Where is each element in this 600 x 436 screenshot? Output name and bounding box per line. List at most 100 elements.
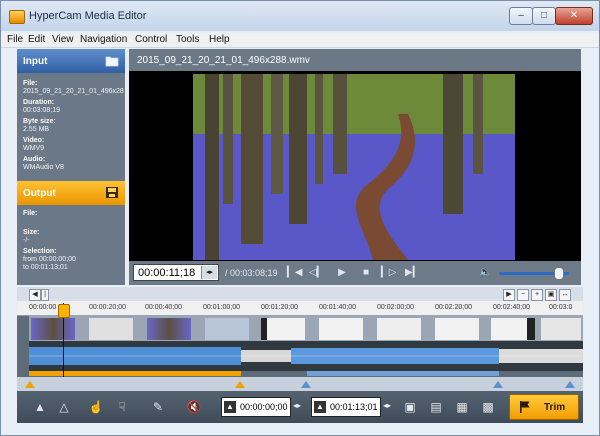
scroll-left-icon[interactable]: ◀ — [29, 289, 41, 301]
segment-range[interactable] — [307, 371, 499, 376]
video-thumbnail — [319, 318, 363, 340]
output-to-label: to — [23, 264, 29, 271]
input-section-header[interactable]: Input — [17, 49, 125, 73]
video-preview[interactable] — [129, 71, 581, 261]
step-forward-icon[interactable]: ▎▷ — [381, 266, 396, 280]
video-thumbnail — [147, 318, 191, 340]
output-size-value: -/- — [23, 237, 30, 244]
playhead-handle[interactable] — [58, 304, 70, 318]
zoom-fit-icon[interactable]: ▣ — [545, 289, 557, 301]
end-time-field[interactable]: ▲ 00:01:13;01 — [311, 397, 381, 417]
tick-label: 00:01:00;00 — [203, 304, 240, 311]
flag-icon — [520, 401, 530, 413]
thumbs-down-icon[interactable]: ☟ — [113, 398, 131, 416]
scroll-right-icon[interactable]: ▶ — [503, 289, 515, 301]
video-thumbnail — [491, 318, 535, 340]
end-time-spinner-icon[interactable]: ◂▸ — [383, 401, 391, 410]
segment-marker-icon[interactable] — [493, 381, 503, 388]
insert-clip-icon[interactable]: ▤ — [427, 398, 445, 416]
zoom-selection-icon[interactable]: ↔ — [559, 289, 571, 301]
thumbnail-track[interactable] — [29, 315, 583, 341]
menu-file[interactable]: File — [7, 34, 23, 45]
menu-control[interactable]: Control — [135, 34, 167, 45]
tick-label: 00:02:40;00 — [493, 304, 530, 311]
video-thumbnail — [261, 318, 305, 340]
volume-slider-knob[interactable] — [553, 267, 564, 280]
tick-label: 00:00:40;00 — [145, 304, 182, 311]
tick-label: 00:03:0 — [549, 304, 573, 311]
video-thumbnail — [435, 318, 479, 340]
menu-navigation[interactable]: Navigation — [80, 34, 127, 45]
tick-label: 00:01:20;00 — [261, 304, 298, 311]
input-duration-info: Duration: 00:03:08;19 — [23, 99, 60, 115]
time-ruler[interactable]: 00:00:00 00:00:20;00 00:00:40;00 00:01:0… — [17, 301, 583, 316]
audio-waveform-track[interactable] — [29, 341, 583, 371]
timecode-value: 00:00:11;18 — [138, 267, 196, 279]
output-section-header[interactable]: Output — [17, 181, 125, 205]
go-end-icon[interactable]: ▶▎ — [405, 266, 420, 280]
bottom-toolbar: ▲ △ ☝ ☟ ✎ 🔇 ▲ 00:00:00;00 ◂▸ ▲ 00:01:13;… — [17, 391, 583, 423]
folder-icon[interactable] — [105, 54, 119, 67]
window-title: HyperCam Media Editor — [29, 10, 147, 22]
timeline-panel: ◀ | ▶ − + ▣ ↔ 00:00:00 00:00:20;00 00:00… — [17, 287, 583, 391]
playback-bar: 00:00:11;18 ◂▸ / 00:03:08;19 ▎◀ ◁▎ ▶ ■ ▎… — [129, 261, 581, 285]
end-time-value: 00:01:13;01 — [330, 402, 378, 412]
tick-label: 00:01:40;00 — [319, 304, 356, 311]
close-button[interactable]: ✕ — [555, 7, 593, 25]
output-from-value: 00:00:00;00 — [38, 256, 76, 263]
video-thumbnail — [31, 318, 75, 340]
menu-help[interactable]: Help — [209, 34, 230, 45]
menu-tools[interactable]: Tools — [176, 34, 199, 45]
video-filename: 2015_09_21_20_21_01_496x288.wmv — [137, 55, 310, 66]
zoom-in-icon[interactable]: + — [531, 289, 543, 301]
input-audio-label: Audio: — [23, 156, 46, 163]
zoom-out-icon[interactable]: − — [517, 289, 529, 301]
step-back-icon[interactable]: ◁▎ — [309, 266, 324, 280]
timecode-field[interactable]: 00:00:11;18 ◂▸ — [133, 264, 219, 281]
tick-label: 00:02:00;00 — [377, 304, 414, 311]
mute-icon[interactable]: 🔇 — [185, 398, 203, 416]
segment-marker-icon[interactable] — [301, 381, 311, 388]
input-file-label: File: — [23, 80, 38, 87]
menu-bar: File Edit View Navigation Control Tools … — [1, 33, 599, 48]
restore-button[interactable]: □ — [532, 7, 556, 25]
end-marker-icon[interactable] — [235, 381, 245, 388]
output-selection-label: Selection: — [23, 248, 57, 255]
selected-range[interactable] — [29, 371, 241, 376]
total-duration: / 00:03:08;19 — [225, 268, 278, 278]
film-icon[interactable]: ▣ — [401, 398, 419, 416]
marker-track — [17, 377, 583, 391]
save-icon[interactable] — [105, 186, 119, 199]
input-file-value: 2015_09_21_20_21_01_496x28 — [23, 88, 124, 95]
split-clip-icon[interactable]: ▦ — [453, 398, 471, 416]
export-clip-icon[interactable]: ▩ — [479, 398, 497, 416]
trim-button[interactable]: Trim — [509, 394, 579, 420]
segment-marker-icon[interactable] — [565, 381, 575, 388]
minimize-button[interactable]: – — [509, 7, 533, 25]
scroll-thumb-icon[interactable]: | — [41, 289, 49, 301]
video-thumbnail — [541, 318, 581, 340]
input-size-value: 2.55 MB — [23, 126, 50, 133]
menu-edit[interactable]: Edit — [28, 34, 45, 45]
input-audio-value: WMAudio V8 — [23, 164, 64, 171]
input-duration-value: 00:03:08;19 — [23, 107, 60, 114]
player-header: 2015_09_21_20_21_01_496x288.wmv — [129, 49, 581, 71]
play-icon[interactable]: ▶ — [335, 266, 349, 280]
output-size-info: Size: -/- — [23, 229, 39, 245]
start-time-spinner-icon[interactable]: ◂▸ — [293, 401, 301, 410]
add-marker-icon[interactable]: ▲ — [31, 398, 49, 416]
tick-label: 00:00:00 — [29, 304, 57, 311]
go-start-icon[interactable]: ▎◀ — [287, 266, 302, 280]
start-time-field[interactable]: ▲ 00:00:00;00 — [221, 397, 291, 417]
tick-label: 00:00:20;00 — [89, 304, 126, 311]
thumbs-up-icon[interactable]: ☝ — [87, 398, 105, 416]
volume-icon[interactable]: 🔈 — [479, 267, 491, 278]
start-marker-icon[interactable] — [25, 381, 35, 388]
stop-icon[interactable]: ■ — [359, 266, 373, 280]
menu-view[interactable]: View — [52, 34, 74, 45]
app-window: HyperCam Media Editor – □ ✕ File Edit Vi… — [0, 0, 600, 436]
edit-icon[interactable]: ✎ — [149, 398, 167, 416]
timecode-spinner-icon[interactable]: ◂▸ — [201, 266, 217, 279]
end-marker-icon: ▲ — [314, 401, 326, 413]
remove-marker-icon[interactable]: △ — [55, 398, 73, 416]
